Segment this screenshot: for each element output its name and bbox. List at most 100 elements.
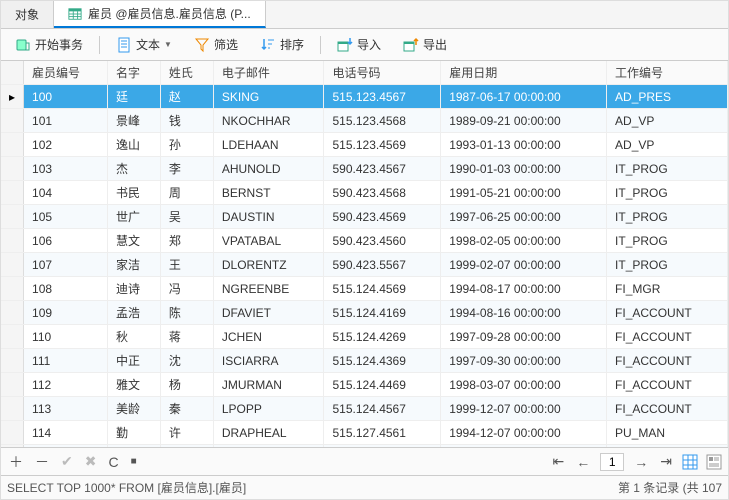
cell[interactable]: IT_PROG — [607, 229, 728, 253]
table-row[interactable]: 113美龄秦LPOPP515.124.45671999-12-07 00:00:… — [1, 397, 728, 421]
cell[interactable]: 冯 — [160, 277, 213, 301]
column-header[interactable]: 工作编号 — [607, 61, 728, 85]
cell[interactable]: 赵 — [160, 85, 213, 109]
cell[interactable]: 杨 — [160, 373, 213, 397]
table-row[interactable]: 101景峰钱NKOCHHAR515.123.45681989-09-21 00:… — [1, 109, 728, 133]
table-row[interactable]: 112雅文杨JMURMAN515.124.44691998-03-07 00:0… — [1, 373, 728, 397]
text-button[interactable]: 文本 ▼ — [110, 34, 178, 55]
cell[interactable]: 王 — [160, 253, 213, 277]
cell[interactable]: 105 — [24, 205, 108, 229]
cell[interactable]: 590.423.4560 — [324, 229, 441, 253]
cell[interactable]: SKING — [213, 85, 324, 109]
cell[interactable]: 110 — [24, 325, 108, 349]
cell[interactable]: 慧文 — [107, 229, 160, 253]
cell[interactable]: 113 — [24, 397, 108, 421]
cell[interactable]: 111 — [24, 349, 108, 373]
cell[interactable]: 109 — [24, 301, 108, 325]
cell[interactable]: 515.124.4269 — [324, 325, 441, 349]
cell[interactable]: AHUNOLD — [213, 157, 324, 181]
cell[interactable]: 家洁 — [107, 253, 160, 277]
last-page-button[interactable]: ⇥ — [658, 453, 674, 470]
cell[interactable]: 515.124.4567 — [324, 397, 441, 421]
table-row[interactable]: 110秋蒋JCHEN515.124.42691997-09-28 00:00:0… — [1, 325, 728, 349]
column-header[interactable]: 雇员编号 — [24, 61, 108, 85]
cell[interactable]: AD_VP — [607, 109, 728, 133]
cell[interactable]: PU_MAN — [607, 421, 728, 445]
cell[interactable]: FI_ACCOUNT — [607, 373, 728, 397]
cell[interactable]: 590.423.4568 — [324, 181, 441, 205]
cell[interactable]: 1997-09-28 00:00:00 — [441, 325, 607, 349]
cell[interactable]: FI_MGR — [607, 277, 728, 301]
table-row[interactable]: 107家洁王DLORENTZ590.423.55671999-02-07 00:… — [1, 253, 728, 277]
cell[interactable]: 1989-09-21 00:00:00 — [441, 109, 607, 133]
cell[interactable]: 1999-12-07 00:00:00 — [441, 397, 607, 421]
cell[interactable]: 1991-05-21 00:00:00 — [441, 181, 607, 205]
column-header[interactable]: 电话号码 — [324, 61, 441, 85]
cell[interactable]: 逸山 — [107, 133, 160, 157]
cell[interactable]: VPATABAL — [213, 229, 324, 253]
cell[interactable]: 吴 — [160, 205, 213, 229]
table-row[interactable]: 106慧文郑VPATABAL590.423.45601998-02-05 00:… — [1, 229, 728, 253]
cell[interactable]: DLORENTZ — [213, 253, 324, 277]
cell[interactable]: JMURMAN — [213, 373, 324, 397]
cell[interactable]: 515.123.4569 — [324, 133, 441, 157]
grid-view-icon[interactable] — [682, 454, 698, 470]
tab-objects[interactable]: 对象 — [1, 1, 54, 28]
table-row[interactable]: 109孟浩陈DFAVIET515.124.41691994-08-16 00:0… — [1, 301, 728, 325]
cell[interactable]: 沈 — [160, 349, 213, 373]
import-button[interactable]: 导入 — [331, 34, 387, 55]
cell[interactable]: 1990-01-03 00:00:00 — [441, 157, 607, 181]
sort-button[interactable]: 排序 — [254, 34, 310, 55]
table-row[interactable]: ▸100廷赵SKING515.123.45671987-06-17 00:00:… — [1, 85, 728, 109]
cell[interactable]: 102 — [24, 133, 108, 157]
export-button[interactable]: 导出 — [397, 34, 453, 55]
column-header[interactable]: 姓氏 — [160, 61, 213, 85]
cell[interactable]: LPOPP — [213, 397, 324, 421]
cell[interactable]: DFAVIET — [213, 301, 324, 325]
cell[interactable]: AD_PRES — [607, 85, 728, 109]
cell[interactable]: 1997-09-30 00:00:00 — [441, 349, 607, 373]
cell[interactable]: 1993-01-13 00:00:00 — [441, 133, 607, 157]
cell[interactable]: 103 — [24, 157, 108, 181]
column-header[interactable]: 电子邮件 — [213, 61, 324, 85]
cell[interactable]: 雅文 — [107, 373, 160, 397]
cell[interactable]: ISCIARRA — [213, 349, 324, 373]
cell[interactable]: 100 — [24, 85, 108, 109]
cell[interactable]: 1987-06-17 00:00:00 — [441, 85, 607, 109]
cell[interactable]: 1997-06-25 00:00:00 — [441, 205, 607, 229]
cell[interactable]: 515.124.4369 — [324, 349, 441, 373]
begin-transaction-button[interactable]: 开始事务 — [9, 34, 89, 55]
cell[interactable]: 114 — [24, 421, 108, 445]
cell[interactable]: DRAPHEAL — [213, 421, 324, 445]
filter-button[interactable]: 筛选 — [188, 34, 244, 55]
cell[interactable]: 515.123.4567 — [324, 85, 441, 109]
cell[interactable]: AD_VP — [607, 133, 728, 157]
cell[interactable]: 杰 — [107, 157, 160, 181]
cell[interactable]: 许 — [160, 421, 213, 445]
cell[interactable]: 秦 — [160, 397, 213, 421]
cell[interactable]: 蒋 — [160, 325, 213, 349]
cell[interactable]: 108 — [24, 277, 108, 301]
cell[interactable]: 107 — [24, 253, 108, 277]
table-row[interactable]: 104书民周BERNST590.423.45681991-05-21 00:00… — [1, 181, 728, 205]
cell[interactable]: 钱 — [160, 109, 213, 133]
cell[interactable]: 1998-03-07 00:00:00 — [441, 373, 607, 397]
prev-page-button[interactable]: ← — [574, 454, 592, 470]
table-row[interactable]: 105世广吴DAUSTIN590.423.45691997-06-25 00:0… — [1, 205, 728, 229]
cell[interactable]: 590.423.4567 — [324, 157, 441, 181]
remove-row-button[interactable]: － — [33, 452, 51, 472]
cell[interactable]: 中正 — [107, 349, 160, 373]
cell[interactable]: 勤 — [107, 421, 160, 445]
cell[interactable]: 郑 — [160, 229, 213, 253]
cell[interactable]: 112 — [24, 373, 108, 397]
cell[interactable]: IT_PROG — [607, 181, 728, 205]
data-grid[interactable]: 雇员编号名字姓氏电子邮件电话号码雇用日期工作编号 ▸100廷赵SKING515.… — [1, 61, 728, 447]
cell[interactable]: 1994-12-07 00:00:00 — [441, 421, 607, 445]
cell[interactable]: 515.124.4569 — [324, 277, 441, 301]
cell[interactable]: 李 — [160, 157, 213, 181]
cell[interactable]: 515.127.4561 — [324, 421, 441, 445]
cell[interactable]: FI_ACCOUNT — [607, 349, 728, 373]
cell[interactable]: 周 — [160, 181, 213, 205]
cell[interactable]: 101 — [24, 109, 108, 133]
cell[interactable]: NKOCHHAR — [213, 109, 324, 133]
